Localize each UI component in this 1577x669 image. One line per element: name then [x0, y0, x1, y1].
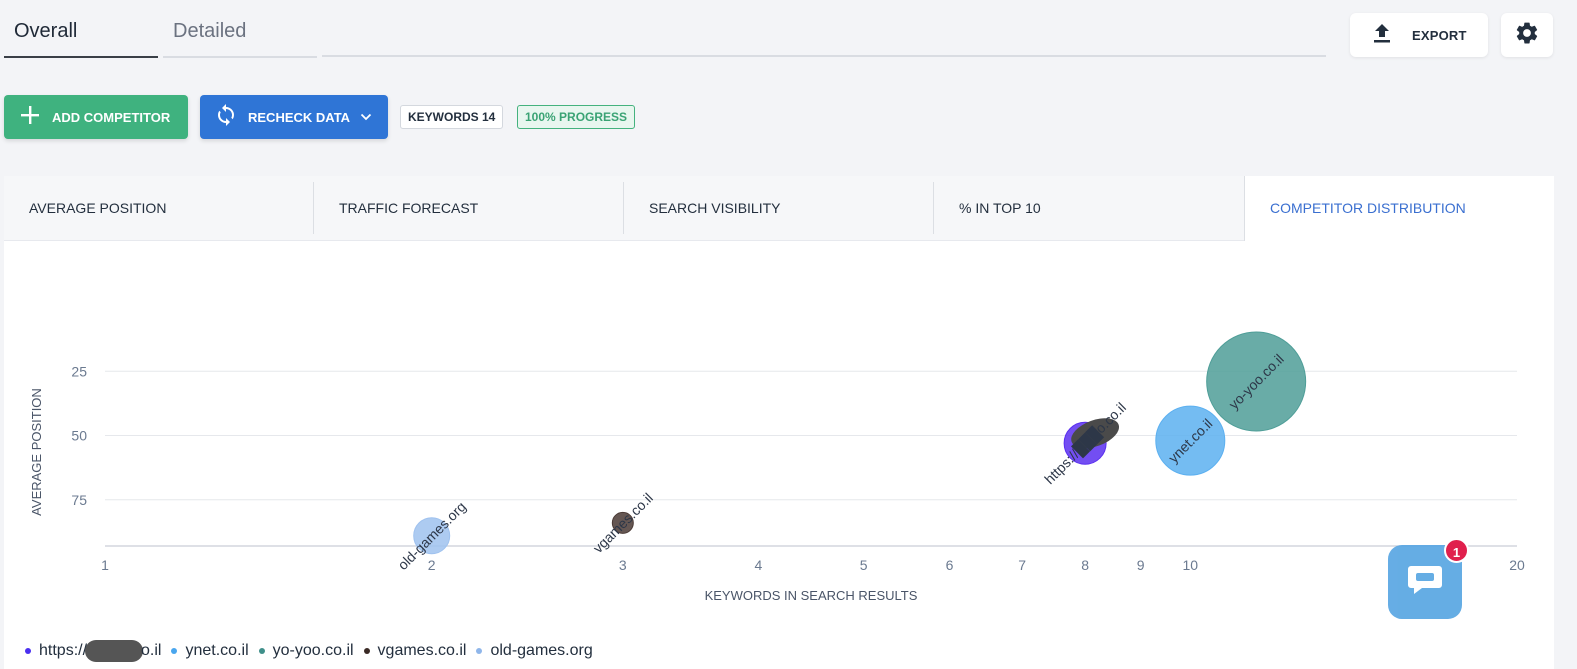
legend-label: vgames.co.il — [377, 642, 467, 659]
y-axis-label: AVERAGE POSITION — [29, 388, 44, 516]
x-tick-label: 10 — [1183, 557, 1199, 573]
chat-notification-badge: 1 — [1444, 538, 1469, 563]
y-tick-label: 50 — [71, 428, 87, 444]
legend-dot-icon — [25, 648, 31, 654]
x-tick-label: 8 — [1081, 557, 1089, 573]
legend-item[interactable]: https:// o.il — [25, 640, 161, 662]
x-tick-label: 6 — [946, 557, 954, 573]
legend-dot-icon — [476, 648, 483, 654]
legend-item[interactable]: vgames.co.il — [363, 640, 467, 662]
x-tick-label: 9 — [1137, 557, 1145, 573]
legend-label-suffix: o.il — [141, 642, 162, 659]
chat-icon — [1406, 563, 1444, 602]
y-tick-label: 75 — [71, 492, 87, 508]
redaction-mark — [85, 640, 144, 662]
x-tick-label: 5 — [860, 557, 868, 573]
legend-item[interactable]: yo-yoo.co.il — [258, 640, 354, 662]
legend-label: ynet.co.il — [185, 642, 249, 659]
y-tick-label: 25 — [71, 363, 87, 379]
x-tick-label: 2 — [428, 557, 436, 573]
x-tick-label: 20 — [1509, 557, 1525, 573]
legend-label-prefix: https:// — [39, 642, 88, 659]
data-label: https://███o.co.il — [1041, 399, 1130, 488]
x-tick-label: 1 — [101, 557, 109, 573]
legend-dot-icon — [171, 648, 178, 654]
legend-label: old-games.org — [490, 642, 593, 659]
x-axis-label: KEYWORDS IN SEARCH RESULTS — [705, 588, 918, 603]
competitor-distribution-chart: 25 50 75 1 2 3 4 5 6 7 8 9 10 20 KEYWORDS IN SEARCH RE… — [29, 331, 1525, 603]
legend-label: yo-yoo.co.il — [272, 642, 354, 659]
legend-item[interactable]: ynet.co.il — [171, 640, 249, 662]
legend-dot-icon — [258, 648, 265, 654]
chart-legend: https:// o.il ynet.co.il yo-yoo.co.il vgames… — [25, 640, 603, 662]
x-tick-label: 3 — [619, 557, 627, 573]
legend-dot-icon — [363, 648, 370, 654]
legend-item[interactable]: old-games.org — [476, 640, 593, 662]
x-tick-label: 7 — [1018, 557, 1026, 573]
x-tick-label: 4 — [755, 557, 763, 573]
